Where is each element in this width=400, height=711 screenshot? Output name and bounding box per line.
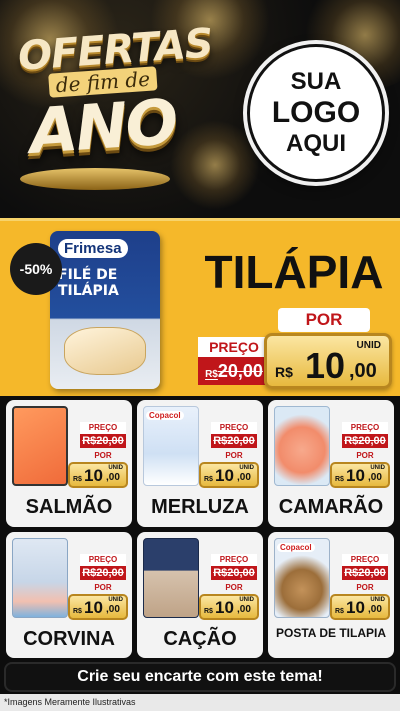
new-price-tag: UNID R$ 10 ,00 <box>264 333 392 389</box>
preco-label: PREÇO <box>211 422 257 434</box>
preco-label: PREÇO <box>80 553 126 566</box>
product-card-corvina[interactable]: PREÇO R$20,00 POR UNID R$ 10 ,00 CORVINA <box>6 531 132 658</box>
new-price-tag: UNID R$ 10 ,00 <box>199 593 259 620</box>
package-brand-logo: Copacol <box>277 542 315 552</box>
price-currency: R$ <box>275 364 293 380</box>
product-image: Copacol <box>143 406 199 486</box>
old-price-currency: R$ <box>205 369 218 380</box>
logo-text-line3: AQUI <box>286 130 346 157</box>
unid-label: UNID <box>370 596 385 603</box>
por-label: POR <box>225 582 243 592</box>
price-decimals: ,00 <box>368 472 382 483</box>
preco-label: PREÇO <box>342 422 388 434</box>
old-price: R$20,00 <box>198 357 270 385</box>
logo-placeholder[interactable]: SUA LOGO AQUI <box>247 44 385 182</box>
por-label: POR <box>94 582 112 592</box>
price-integer: 10 <box>305 345 346 386</box>
unid-label: UNID <box>108 596 123 603</box>
logo-text-line2: LOGO <box>271 96 361 129</box>
promo-badge: OFERTAS de fim de ANO <box>17 20 214 190</box>
preco-label: PREÇO <box>198 337 270 357</box>
price-decimals: ,00 <box>368 603 382 615</box>
product-card-camarao[interactable]: PREÇO R$20,00 POR UNID R$ 10 ,00 CAMARÃO <box>268 400 394 527</box>
price-integer: 10 <box>215 466 234 485</box>
new-price-tag: UNID R$ 10 ,00 <box>68 593 128 620</box>
price-currency: R$ <box>204 607 213 615</box>
product-image: Copacol <box>274 537 330 618</box>
price-integer: 10 <box>346 466 365 485</box>
product-name: MERLUZA <box>151 496 249 518</box>
product-image <box>274 406 330 486</box>
promo-title-line3: ANO <box>27 84 179 169</box>
unid-label: UNID <box>239 596 254 603</box>
create-flyer-button[interactable]: Crie seu encarte com este tema! <box>4 662 396 692</box>
product-name: POSTA DE TILAPIA <box>275 625 386 640</box>
preco-label: PREÇO <box>342 553 388 566</box>
por-label: POR <box>356 451 374 460</box>
product-name: CORVINA <box>23 627 115 650</box>
price-currency: R$ <box>73 476 82 483</box>
fish-fillet-illustration <box>64 327 146 375</box>
old-price: R$20,00 <box>342 565 388 580</box>
price-decimals: ,00 <box>106 603 120 615</box>
price-decimals: ,00 <box>237 603 251 615</box>
header-banner: OFERTAS de fim de ANO SUA LOGO AQUI <box>0 0 400 218</box>
old-price: R$20,00 <box>80 434 126 448</box>
por-label: POR <box>94 451 112 460</box>
product-card-posta-de-tilapia[interactable]: Copacol PREÇO R$20,00 POR UNID R$ 10 ,00… <box>268 531 394 658</box>
product-card-merluza[interactable]: Copacol PREÇO R$20,00 POR UNID R$ 10 ,00… <box>137 400 263 527</box>
product-name: SALMÃO <box>25 496 113 518</box>
featured-product-name: TILÁPIA <box>204 246 384 298</box>
preco-label: PREÇO <box>80 422 126 434</box>
price-decimals: ,00 <box>106 472 120 483</box>
new-price-tag: UNID R$ 10 ,00 <box>330 593 390 620</box>
disclaimer-text: *Imagens Meramente Ilustrativas <box>0 694 400 711</box>
old-price: R$20,00 <box>211 565 257 580</box>
product-name: CAMARÃO <box>278 496 384 518</box>
old-price-box: PREÇO R$20,00 <box>198 337 270 387</box>
price-currency: R$ <box>335 607 344 615</box>
product-card-salmao[interactable]: PREÇO R$20,00 POR UNID R$ 10 ,00 SALMÃO <box>6 400 132 527</box>
package-brand-logo: Copacol <box>146 411 184 420</box>
old-price: R$20,00 <box>342 434 388 448</box>
product-card-cacao[interactable]: PREÇO R$20,00 POR UNID R$ 10 ,00 CAÇÃO <box>137 531 263 658</box>
unid-label: UNID <box>356 340 381 351</box>
discount-badge: -50% <box>10 243 62 295</box>
price-integer: 10 <box>215 597 234 617</box>
package-title: FILÉ DE TILÁPIA <box>58 267 119 299</box>
unid-label: UNID <box>239 465 254 471</box>
price-currency: R$ <box>335 476 344 483</box>
old-price-value: 20,00 <box>217 361 263 381</box>
package-brand-logo: Frimesa <box>58 239 128 258</box>
product-grid: PREÇO R$20,00 POR UNID R$ 10 ,00 SALMÃO … <box>6 400 394 658</box>
product-package-image: Frimesa FILÉ DE TILÁPIA <box>50 231 160 389</box>
product-image <box>12 537 68 618</box>
price-integer: 10 <box>84 466 103 485</box>
product-image <box>12 406 68 486</box>
price-currency: R$ <box>204 476 213 483</box>
preco-label: PREÇO <box>211 553 257 566</box>
new-price-tag: UNID R$ 10 ,00 <box>199 462 259 488</box>
old-price: R$20,00 <box>211 434 257 448</box>
unid-label: UNID <box>370 465 385 471</box>
new-price-tag: UNID R$ 10 ,00 <box>68 462 128 488</box>
por-label: POR <box>225 451 243 460</box>
price-decimals: ,00 <box>349 360 377 382</box>
product-name: CAÇÃO <box>163 627 237 650</box>
new-price-tag: UNID R$ 10 ,00 <box>330 462 390 488</box>
featured-offer[interactable]: -50% Frimesa FILÉ DE TILÁPIA TILÁPIA POR… <box>0 218 400 396</box>
price-currency: R$ <box>73 607 82 615</box>
price-decimals: ,00 <box>237 472 251 483</box>
price-integer: 10 <box>346 597 365 617</box>
por-label: POR <box>356 582 374 592</box>
unid-label: UNID <box>108 465 123 471</box>
price-integer: 10 <box>84 597 103 617</box>
por-label: POR <box>278 308 370 332</box>
logo-text-line1: SUA <box>290 68 342 95</box>
product-image <box>143 537 199 618</box>
old-price: R$20,00 <box>80 565 126 580</box>
